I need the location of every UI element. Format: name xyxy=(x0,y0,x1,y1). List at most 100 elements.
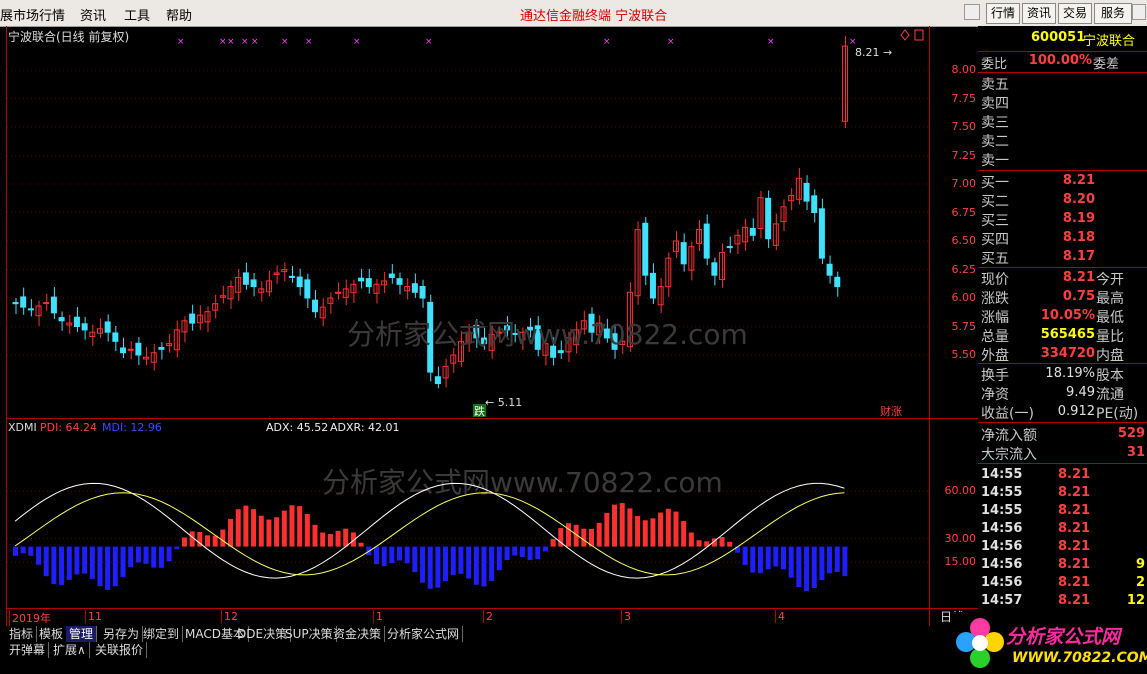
tab-4[interactable]: 绑定到 xyxy=(140,626,184,642)
candle-body xyxy=(73,316,80,328)
indicator-bar xyxy=(258,515,264,547)
signal-marker: × xyxy=(767,37,775,47)
candle-body xyxy=(104,321,111,333)
weicha-label: 委差 xyxy=(1093,57,1120,72)
candlestick-chart[interactable]: × × × × × × × × × × × × ×8.21 →← 5.11跌 财涨分析家公式网www.70… xyxy=(7,26,929,418)
indicator-bar xyxy=(312,524,318,547)
weibi-label: 委比 xyxy=(981,57,1008,72)
indicator-bar xyxy=(466,546,472,579)
indicator-bar xyxy=(151,546,157,568)
indicator-bar xyxy=(397,546,402,561)
candle-body xyxy=(396,278,403,285)
indicator-bar xyxy=(120,546,126,577)
rise-tag[interactable]: 财涨 xyxy=(880,404,902,418)
indicator-bar xyxy=(135,546,141,563)
candle-body xyxy=(158,346,165,350)
expand-icon[interactable] xyxy=(914,29,924,41)
indicator-bar xyxy=(819,546,825,581)
indicator-bar xyxy=(404,546,410,564)
news-button[interactable]: 资讯 xyxy=(1022,3,1056,24)
candle-body xyxy=(358,277,365,282)
indicator-bar xyxy=(235,509,241,547)
candle-body xyxy=(58,317,65,322)
quote-row-price: 8.20 xyxy=(1062,192,1095,207)
tab-8[interactable]: 资金决策 xyxy=(330,626,386,642)
close-icon[interactable] xyxy=(1132,4,1146,20)
indicator-bar xyxy=(20,546,26,554)
diamond-icon[interactable] xyxy=(900,29,910,41)
tab-3[interactable]: 另存为 xyxy=(100,626,144,642)
indicator-bar xyxy=(527,546,533,561)
indicator-bar xyxy=(158,546,164,568)
stat2-right-label: 股本 xyxy=(1096,368,1124,384)
signal-marker: × xyxy=(353,37,361,47)
candle-body xyxy=(66,322,73,326)
frame-split xyxy=(6,418,978,419)
indicator-bar xyxy=(389,546,395,564)
menu-news[interactable]: 资讯 xyxy=(80,5,106,24)
candle-body xyxy=(749,227,756,236)
indicator-name[interactable]: XDMI xyxy=(8,421,37,434)
indicator-bar xyxy=(82,546,88,574)
site-logo: 分析家公式网 WWW.70822.COM xyxy=(950,612,1147,674)
tab-2[interactable]: 管理 xyxy=(66,626,98,642)
logo-text: 分析家公式网 xyxy=(1006,626,1121,648)
ext-tab-2[interactable]: 关联报价 xyxy=(92,642,148,658)
tick-time: 14:57 xyxy=(981,593,1023,608)
flow-value: 31 xyxy=(1126,445,1145,460)
indicator-bar xyxy=(742,546,748,565)
flow-label: 大宗流入 xyxy=(981,447,1037,463)
candle-body xyxy=(312,299,319,313)
indicator-bar xyxy=(842,546,848,577)
adxr-label: ADXR: 42.01 xyxy=(330,421,400,434)
indicator-bar xyxy=(796,546,802,587)
quote-button[interactable]: 行情 xyxy=(986,3,1020,24)
minimize-icon[interactable] xyxy=(964,4,980,20)
tab-7[interactable]: SUP决策 xyxy=(282,626,337,642)
indicator-bar xyxy=(304,513,310,547)
indicator-bar xyxy=(43,546,49,577)
stat-row: 涨跌 0.75 最高 xyxy=(978,288,1147,307)
quote-row-price: 8.21 xyxy=(1062,173,1095,188)
candle-body xyxy=(242,272,249,285)
indicator-bar xyxy=(36,546,42,565)
tab-1[interactable]: 模板 xyxy=(36,626,68,642)
tick-row: 14:56 8.21 9 xyxy=(978,557,1147,575)
stat-label: 总量 xyxy=(981,329,1009,345)
date-label: 4 xyxy=(775,610,785,623)
menu-help[interactable]: 帮助 xyxy=(166,5,192,24)
price-axis-label: 7.25 xyxy=(951,148,977,162)
stat-row: 外盘 334720 内盘 xyxy=(978,345,1147,364)
weibi-value: 100.00% xyxy=(1028,53,1092,68)
ext-tab-0[interactable]: 开弹幕 xyxy=(6,642,50,658)
indicator-watermark: 分析家公式网www.70822.com xyxy=(322,466,723,499)
indicator-bar xyxy=(274,517,280,547)
tab-9[interactable]: 分析家公式网 xyxy=(384,626,464,642)
quote-row: 买二 8.20 xyxy=(978,191,1147,210)
signal-marker: × xyxy=(241,37,249,47)
indicator-bar xyxy=(535,546,541,560)
stat2-right-label: 流通 xyxy=(1096,387,1124,403)
indicator-bar xyxy=(519,546,525,557)
indicator-bar xyxy=(658,512,664,547)
trade-button[interactable]: 交易 xyxy=(1058,3,1092,24)
indicator-bar xyxy=(212,535,218,547)
indicator-bar xyxy=(719,537,725,547)
indicator-bar xyxy=(635,516,641,547)
candle-body xyxy=(726,246,733,249)
low-price-label: ← 5.11 xyxy=(485,396,522,409)
ext-tab-1[interactable]: 扩展∧ xyxy=(50,642,90,658)
tick-row: 14:55 8.21 xyxy=(978,467,1147,485)
indicator-bar xyxy=(727,541,733,547)
indicator-bar xyxy=(642,520,648,547)
tick-time: 14:55 xyxy=(981,503,1023,518)
tick-time: 14:56 xyxy=(981,557,1023,572)
indicator-chart[interactable]: 分析家公式网www.70822.com xyxy=(7,436,929,608)
menu-tools[interactable]: 工具 xyxy=(124,5,150,24)
tab-0[interactable]: 指标 xyxy=(6,626,38,642)
candle-body xyxy=(649,272,656,299)
service-button[interactable]: 服务 xyxy=(1094,3,1132,24)
menu-market[interactable]: 展市场行情 xyxy=(0,5,65,24)
indicator-bar xyxy=(481,546,487,587)
indicator-bar xyxy=(128,546,134,568)
